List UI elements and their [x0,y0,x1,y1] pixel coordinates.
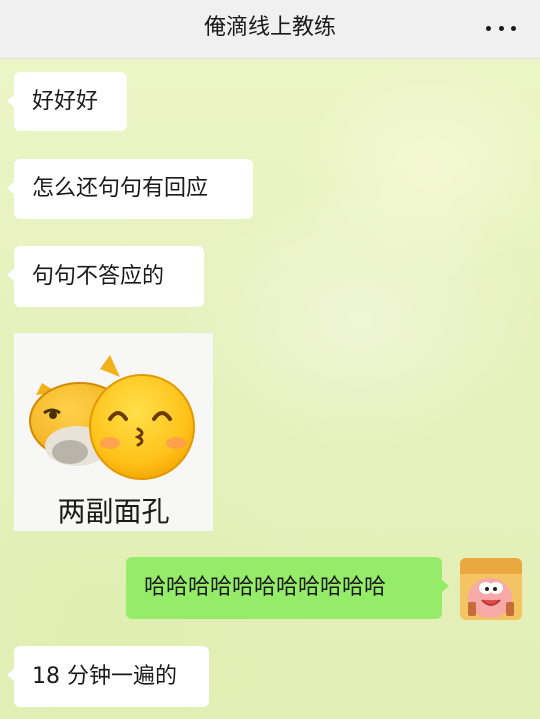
chat-title: 俺滴线上教练 [203,15,336,40]
sticker-caption: 两副面孔 [57,495,170,528]
message-bubble-self[interactable]: 哈哈哈哈哈哈哈哈哈哈哈 [126,557,449,619]
message-text: 怎么还句句有回应 [32,176,209,201]
message-bubble[interactable]: 句句不答应的 [7,246,204,307]
message-text: 句句不答应的 [32,264,165,289]
chat-header: 俺滴线上教练 [0,0,540,59]
more-dots-icon [486,25,491,31]
message-bubble[interactable]: 好好好 [7,72,127,131]
message-text: 哈哈哈哈哈哈哈哈哈哈哈 [144,575,387,600]
more-options-button[interactable] [486,16,516,40]
message-text: 好好好 [32,89,99,114]
message-text: 18 分钟一遍的 [32,664,177,689]
cartoon-avatar-image [460,558,522,620]
sticker-message[interactable]: 两副面孔 [14,333,213,531]
avatar[interactable] [460,558,522,620]
message-bubble[interactable]: 怎么还句句有回应 [7,159,253,219]
message-bubble[interactable]: 18 分钟一遍的 [7,646,209,707]
